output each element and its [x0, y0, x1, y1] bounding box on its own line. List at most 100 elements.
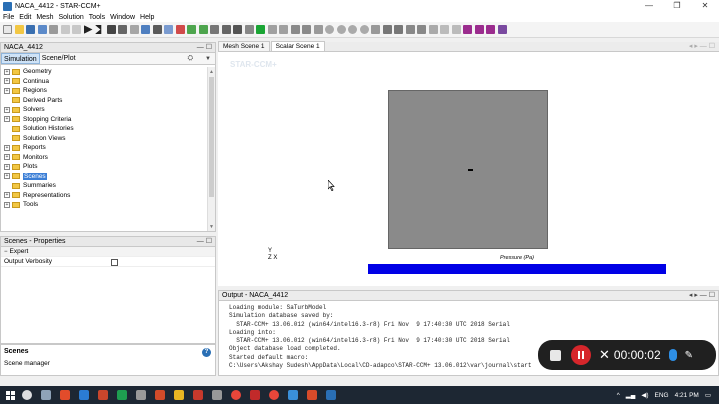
zoom-icon[interactable] [267, 25, 277, 34]
expand-icon[interactable]: + [4, 68, 10, 75]
output-verbosity-checkbox[interactable] [111, 259, 118, 266]
plot-icon[interactable] [175, 25, 185, 34]
powerpoint-icon[interactable] [98, 390, 108, 400]
view-icon[interactable] [371, 25, 380, 34]
windows-start-icon[interactable] [6, 390, 15, 400]
notifications-icon[interactable]: ▭ [705, 391, 711, 399]
color-bar-icon[interactable] [474, 25, 484, 34]
step-icon[interactable] [95, 25, 102, 34]
volume-icon[interactable]: ◀) [641, 391, 648, 399]
parts-icon[interactable] [152, 25, 162, 34]
left-arrow-icon[interactable] [325, 25, 334, 34]
taskbar-app-red3-icon[interactable] [250, 390, 260, 400]
taskbar-app-gray-icon[interactable] [136, 390, 146, 400]
expert-section[interactable]: − Expert [1, 247, 215, 257]
file-explorer-icon[interactable] [174, 390, 184, 400]
clock[interactable]: 4:21 PM [675, 392, 699, 399]
walker-icon[interactable] [233, 25, 242, 34]
expand-icon[interactable]: + [4, 163, 10, 170]
arrow-select-icon[interactable] [210, 25, 219, 34]
taskbar-app-red-icon[interactable] [60, 390, 70, 400]
monitor-icon[interactable] [198, 25, 208, 34]
pan-icon[interactable] [279, 25, 288, 34]
table-icon[interactable] [394, 25, 403, 34]
word-icon[interactable] [79, 390, 89, 400]
print-icon[interactable] [49, 25, 58, 34]
taskbar-app-gray2-icon[interactable] [212, 390, 222, 400]
scene-viewport[interactable]: STAR-CCM+ Y Z X Pressure (Pa) [218, 52, 719, 286]
menu-mesh[interactable]: Mesh [36, 14, 53, 21]
taskbar-app-orange2-icon[interactable] [307, 390, 317, 400]
view-options-icon[interactable] [405, 25, 415, 34]
tree-item-tools[interactable]: + Tools [1, 200, 215, 210]
language-indicator[interactable]: ENG [655, 392, 669, 399]
shadow-icon[interactable] [440, 25, 449, 34]
expand-icon[interactable]: + [4, 154, 10, 161]
expand-icon[interactable]: + [4, 173, 10, 180]
tree-item-representations[interactable]: + Representations [1, 191, 215, 201]
props-panel-controls[interactable]: — ☐ [197, 237, 212, 245]
tray-chevron-icon[interactable]: ^ [617, 392, 620, 399]
flag-icon[interactable] [256, 25, 265, 34]
starccm-taskbar-icon[interactable] [326, 390, 336, 400]
chrome-icon[interactable] [231, 390, 241, 400]
save-as-icon[interactable] [37, 25, 47, 34]
scene-icon[interactable] [164, 25, 173, 34]
tree-item-solution-views[interactable]: Solution Views [1, 134, 215, 144]
tree-item-summaries[interactable]: Summaries [1, 181, 215, 191]
output-panel-controls[interactable]: ◂ ▸ — ☐ [689, 291, 715, 299]
tree-dropdown-icon[interactable]: ▼ [205, 56, 211, 62]
menu-solution[interactable]: Solution [58, 14, 83, 21]
maximize-button[interactable]: ❐ [663, 0, 691, 12]
tree-item-regions[interactable]: + Regions [1, 86, 215, 96]
tree-item-stopping-criteria[interactable]: + Stopping Criteria [1, 115, 215, 125]
pause-icon[interactable] [118, 25, 127, 34]
taskbar-app-blue-icon[interactable] [288, 390, 298, 400]
tree-panel-controls[interactable]: — ☐ [197, 43, 212, 51]
help-icon[interactable]: ? [202, 348, 211, 357]
color-legend-icon[interactable] [486, 25, 495, 34]
right-arrow-icon[interactable] [336, 25, 346, 34]
minimize-button[interactable]: — [635, 0, 663, 12]
lighting-icon[interactable] [428, 25, 438, 34]
tree-item-continua[interactable]: + Continua [1, 77, 215, 87]
down-arrow-icon[interactable] [359, 25, 369, 34]
cancel-recording-icon[interactable]: ✕ [599, 347, 610, 363]
open-folder-icon[interactable] [14, 25, 24, 34]
report-icon[interactable] [187, 25, 196, 34]
expand-icon[interactable]: + [4, 106, 10, 113]
taskbar-app-red2-icon[interactable] [193, 390, 203, 400]
tree-scrollbar[interactable]: ▲ ▼ [207, 67, 215, 231]
network-icon[interactable]: ▂▄ [626, 391, 636, 399]
tab-mesh-scene-1[interactable]: Mesh Scene 1 [218, 41, 270, 51]
expand-icon[interactable]: + [4, 87, 10, 94]
tools-dropdown-icon[interactable] [497, 25, 507, 34]
undo-icon[interactable] [60, 25, 70, 34]
stop-recording-button[interactable] [550, 349, 561, 361]
mesh-icon[interactable] [129, 25, 139, 34]
expand-icon[interactable]: + [4, 192, 10, 199]
chrome-2-icon[interactable] [269, 390, 279, 400]
tree-item-reports[interactable]: + Reports [1, 143, 215, 153]
new-file-icon[interactable] [3, 25, 12, 34]
expand-icon[interactable]: + [4, 116, 10, 123]
grid-icon[interactable] [382, 25, 392, 34]
tab-scene-plot[interactable]: Scene/Plot [40, 53, 78, 64]
menu-edit[interactable]: Edit [19, 14, 31, 21]
pen-icon[interactable]: ✎ [685, 350, 693, 361]
tree-filter-icon[interactable]: ⛭ [187, 55, 193, 63]
excel-icon[interactable] [117, 390, 127, 400]
tree-item-derived-parts[interactable]: Derived Parts [1, 96, 215, 106]
menu-tools[interactable]: Tools [89, 14, 105, 21]
save-icon[interactable] [26, 25, 35, 34]
expand-icon[interactable]: + [4, 78, 10, 85]
rotate-icon[interactable] [244, 25, 254, 34]
reset-view-icon[interactable] [302, 25, 311, 34]
expand-icon[interactable]: + [4, 201, 10, 208]
menu-help[interactable]: Help [140, 14, 154, 21]
geometry-icon[interactable] [141, 25, 150, 34]
tab-scalar-scene-1[interactable]: Scalar Scene 1 [270, 41, 325, 51]
box-icon[interactable] [451, 25, 461, 34]
expand-icon[interactable]: + [4, 144, 10, 151]
tree-item-solvers[interactable]: + Solvers [1, 105, 215, 115]
